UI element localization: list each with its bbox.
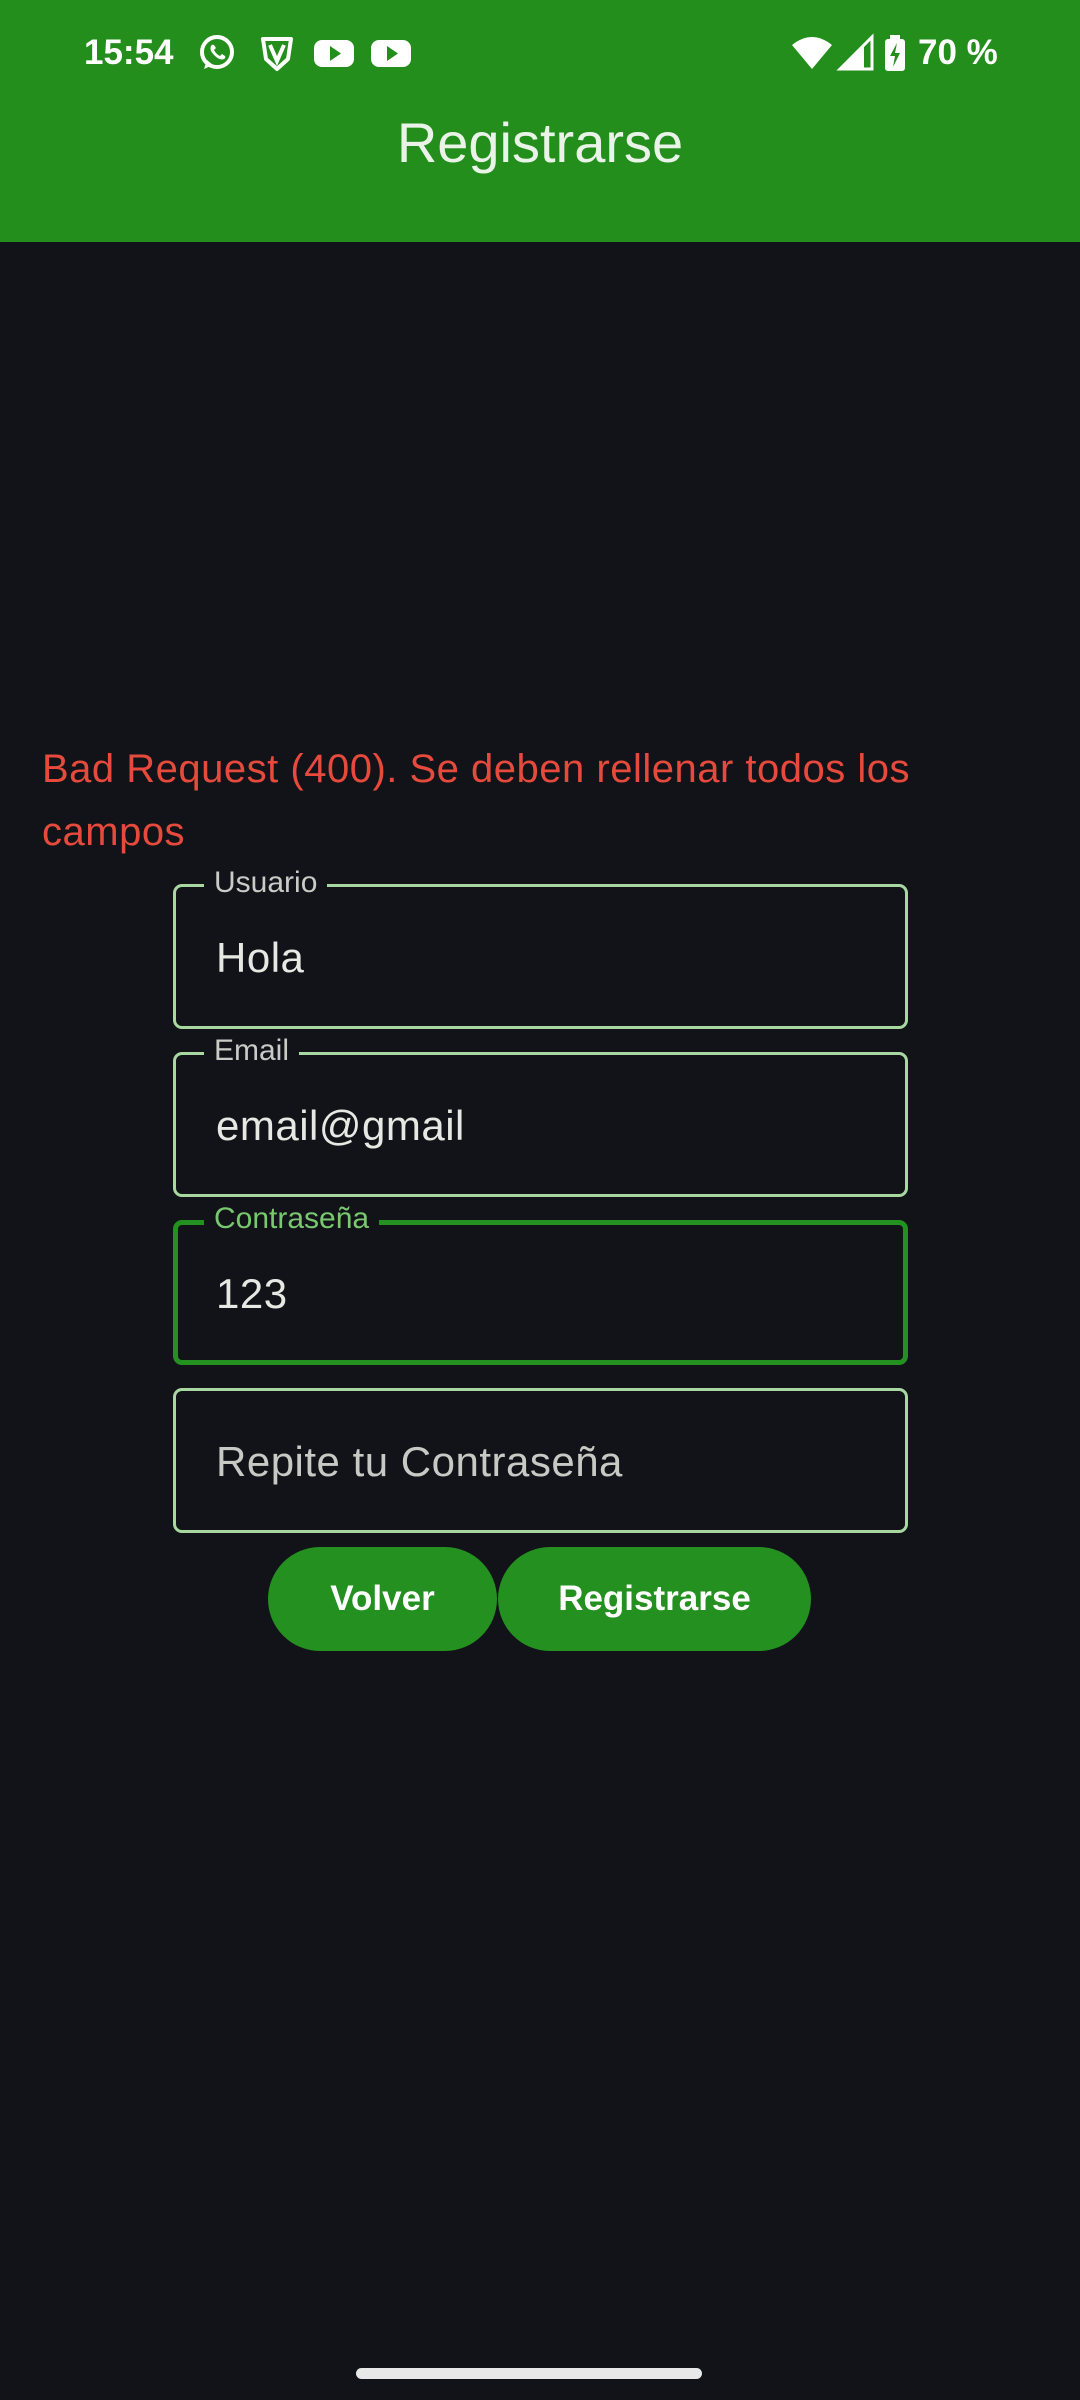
email-field[interactable]: Email email@gmail bbox=[173, 1031, 908, 1197]
username-label: Usuario bbox=[204, 863, 328, 903]
battery-percentage: 70 % bbox=[918, 33, 998, 72]
repeat-password-placeholder[interactable]: Repite tu Contraseña bbox=[216, 1435, 623, 1489]
wifi-icon bbox=[792, 37, 832, 69]
repeat-password-field[interactable]: Repite tu Contraseña bbox=[173, 1388, 908, 1533]
youtube-icon bbox=[314, 40, 354, 67]
email-value[interactable]: email@gmail bbox=[216, 1099, 465, 1153]
youtube-icon bbox=[371, 40, 411, 67]
password-label: Contraseña bbox=[204, 1199, 380, 1239]
password-value[interactable]: 123 bbox=[216, 1267, 288, 1321]
username-value[interactable]: Hola bbox=[216, 931, 304, 985]
home-indicator[interactable] bbox=[356, 2368, 702, 2379]
email-label: Email bbox=[204, 1031, 300, 1071]
status-time: 15:54 bbox=[84, 33, 174, 72]
page-title: Registrarse bbox=[396, 111, 684, 174]
whatsapp-icon bbox=[200, 35, 234, 69]
password-field[interactable]: Contraseña 123 bbox=[173, 1199, 908, 1365]
error-message: Bad Request (400). Se deben rellenar tod… bbox=[42, 747, 910, 854]
signal-icon bbox=[836, 33, 874, 71]
vpn-shield-icon bbox=[261, 37, 293, 71]
battery-charging-icon bbox=[885, 35, 905, 71]
username-field[interactable]: Usuario Hola bbox=[173, 863, 908, 1029]
register-button[interactable]: Registrarse bbox=[498, 1547, 811, 1651]
back-button[interactable]: Volver bbox=[268, 1547, 497, 1651]
app-bar: 15:54 70 % Registrarse bbox=[0, 0, 1080, 242]
